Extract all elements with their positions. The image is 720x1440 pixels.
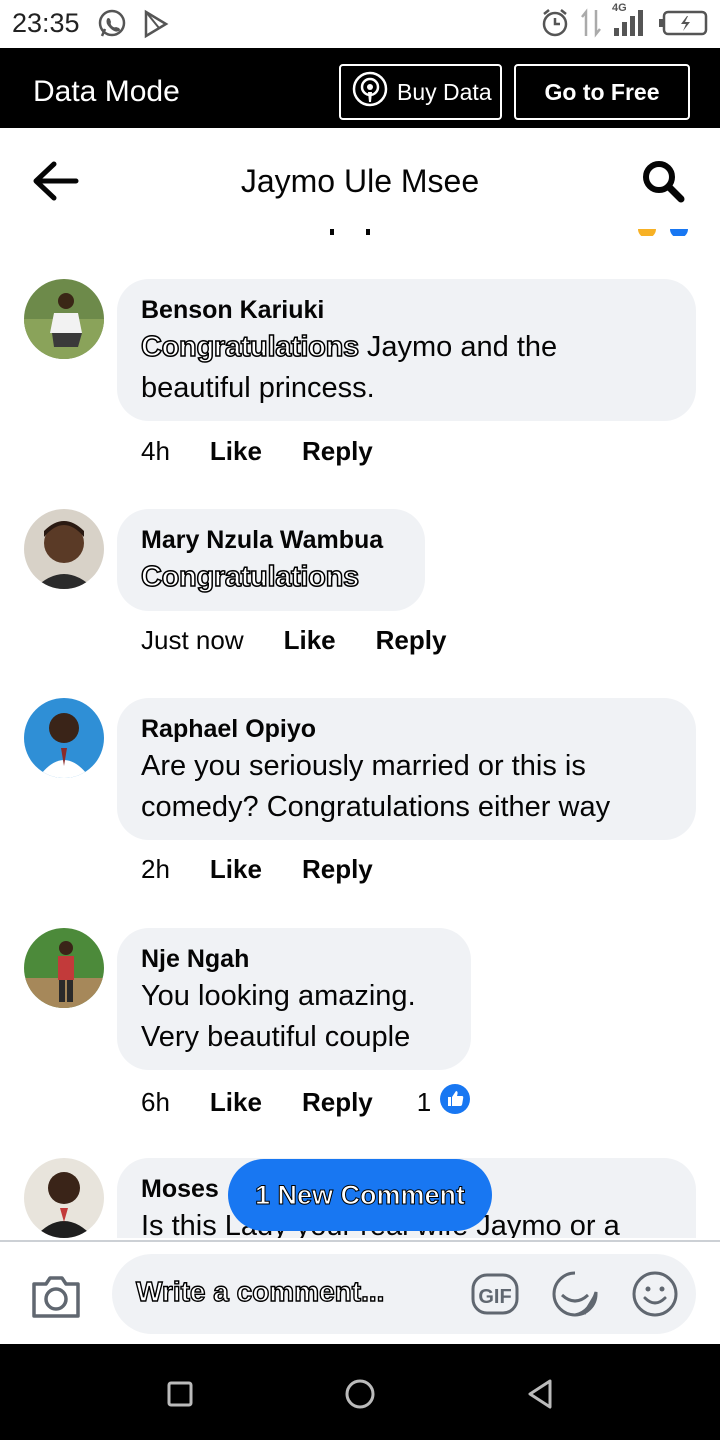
home-icon[interactable] — [342, 1376, 378, 1412]
comment-bubble[interactable]: Benson Kariuki Congratulations Jaymo and… — [117, 279, 696, 421]
data-mode-title: Data Mode — [33, 75, 180, 108]
highlighted-word: Congratulations — [140, 560, 360, 594]
emoji-icon[interactable] — [630, 1269, 680, 1319]
comment-bubble[interactable]: Nje Ngah You looking amazing. Very beaut… — [117, 928, 471, 1070]
sticker-icon[interactable] — [550, 1269, 600, 1319]
page-header: Jaymo Ule Msee — [0, 128, 720, 233]
comment-input[interactable]: Write a comment... GIF — [112, 1254, 696, 1334]
buy-data-button[interactable]: Buy Data — [339, 64, 502, 120]
status-time: 23:35 — [12, 8, 80, 38]
reaction-count[interactable]: 1 — [417, 1083, 471, 1122]
play-store-icon — [142, 8, 170, 45]
comment-author[interactable]: Nje Ngah — [141, 942, 447, 976]
comment-text: You looking amazing. Very beautiful coup… — [141, 980, 416, 1053]
comment-composer: Write a comment... GIF — [0, 1240, 720, 1344]
alarm-icon — [540, 8, 570, 43]
back-nav-icon[interactable] — [522, 1376, 558, 1412]
avatar[interactable] — [24, 509, 104, 589]
comment-input-placeholder: Write a comment... — [135, 1275, 385, 1307]
data-mode-bar: Data Mode Buy Data Go to Free — [0, 48, 720, 128]
comment-time: 2h — [141, 854, 170, 884]
system-nav-bar — [0, 1344, 720, 1440]
comment-actions: Just now Like Reply — [141, 625, 446, 656]
reply-button[interactable]: Reply — [302, 436, 373, 467]
network-type: 4G — [612, 2, 627, 14]
comment-time: Just now — [141, 625, 244, 655]
thumbs-up-icon — [439, 1083, 471, 1122]
page-title: Jaymo Ule Msee — [240, 163, 480, 199]
data-transfer-icon — [580, 8, 602, 43]
like-button[interactable]: Like — [210, 854, 262, 885]
battery-icon — [658, 10, 708, 41]
comment-actions: 4h Like Reply — [141, 436, 373, 467]
podcast-icon — [351, 70, 389, 114]
avatar[interactable] — [24, 1158, 104, 1238]
comment-author[interactable]: Raphael Opiyo — [141, 712, 672, 746]
reply-button[interactable]: Reply — [302, 854, 373, 885]
gif-icon[interactable]: GIF — [470, 1270, 520, 1318]
comment-author[interactable]: Mary Nzula Wambua — [141, 523, 401, 557]
search-icon[interactable] — [640, 158, 686, 204]
like-button[interactable]: Like — [210, 1087, 262, 1118]
comment-text: Congratulations Jaymo and the beautiful … — [140, 327, 672, 409]
like-button[interactable]: Like — [210, 436, 262, 467]
comment-time: 6h — [141, 1087, 170, 1117]
previous-content-cutoff — [0, 226, 720, 236]
new-comment-label: 1 New Comment — [254, 1179, 466, 1210]
svg-text:GIF: GIF — [478, 1286, 511, 1308]
avatar[interactable] — [24, 928, 104, 1008]
comment-actions: 2h Like Reply — [141, 854, 373, 885]
comment-text: Are you seriously married or this is com… — [141, 750, 611, 823]
comment-bubble[interactable]: Raphael Opiyo Are you seriously married … — [117, 698, 696, 840]
comment-bubble[interactable]: Mary Nzula Wambua Congratulations — [117, 509, 425, 611]
avatar[interactable] — [24, 698, 104, 778]
signal-icon: 4G — [612, 2, 648, 43]
comment-time: 4h — [141, 436, 170, 466]
comment-text: Congratulations — [140, 557, 401, 598]
comment-actions: 6h Like Reply 1 — [141, 1083, 471, 1122]
reply-button[interactable]: Reply — [302, 1087, 373, 1118]
new-comment-button[interactable]: 1 New Comment — [228, 1159, 492, 1231]
avatar[interactable] — [24, 279, 104, 359]
like-button[interactable]: Like — [284, 625, 336, 656]
go-to-free-button[interactable]: Go to Free — [514, 64, 690, 120]
camera-icon[interactable] — [30, 1272, 82, 1320]
buy-data-label: Buy Data — [397, 78, 492, 105]
reply-button[interactable]: Reply — [376, 625, 447, 656]
reaction-count-value: 1 — [416, 1087, 432, 1117]
status-bar: 23:35 4G — [0, 0, 720, 48]
comment-author[interactable]: Benson Kariuki — [141, 293, 672, 327]
go-to-free-label: Go to Free — [544, 78, 660, 105]
highlighted-word: Congratulations — [140, 330, 360, 364]
recent-apps-icon[interactable] — [162, 1376, 198, 1412]
whatsapp-icon — [96, 8, 128, 45]
